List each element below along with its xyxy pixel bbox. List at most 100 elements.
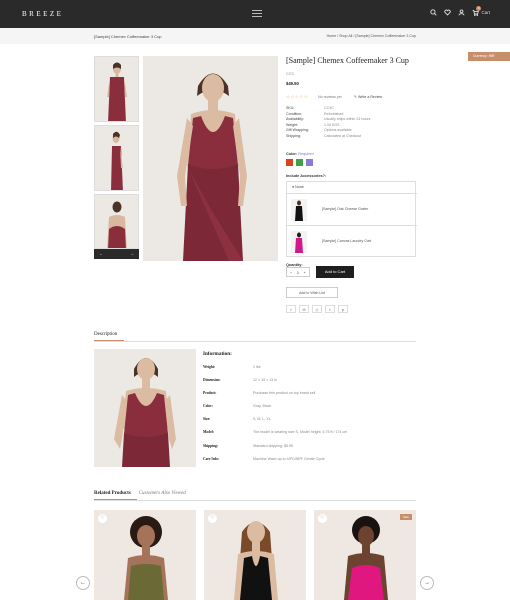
tab-description[interactable]: Description — [94, 332, 117, 337]
spec-list: SKU: CC3C Condition: Refurbished Availabil… — [286, 106, 370, 139]
accessory-none-label: None — [295, 185, 304, 189]
accessory-name: [Sample] Oak Cheese Grater — [322, 207, 369, 211]
color-label-text: Color: — [286, 152, 298, 156]
qty-minus-button[interactable]: − — [290, 270, 292, 275]
add-to-cart-button[interactable]: Add to Cart — [316, 266, 354, 278]
accessories-options: ● None [Sample] Oak Cheese Grater [Sampl… — [286, 181, 417, 257]
header-icons: 0 Cart — [430, 6, 490, 16]
carousel-prev-arrow[interactable]: ← — [76, 576, 90, 590]
product-card-image — [94, 510, 196, 600]
currency-selector[interactable]: Currency: INR — [468, 52, 510, 61]
qty-plus-button[interactable]: + — [304, 270, 306, 275]
cart-button[interactable]: 0 Cart — [472, 6, 490, 16]
thumbnail-nav: ← → — [94, 249, 139, 259]
spec-key: Shipping: — [286, 133, 301, 138]
info-key: Product: — [203, 391, 217, 396]
accessory-name: [Sample] Canvas Laundry Cart — [322, 239, 372, 243]
thumbnail-3-image — [95, 195, 138, 248]
rating-stars: ☆☆☆☆☆ — [286, 94, 309, 99]
accessory-option[interactable]: [Sample] Canvas Laundry Cart — [287, 225, 417, 257]
email-icon[interactable]: ✉ — [299, 305, 309, 313]
accessory-none-option[interactable]: ● None — [292, 185, 304, 189]
twitter-icon[interactable]: t — [325, 305, 335, 313]
info-value: 12 × 15 × 13 in — [253, 378, 277, 383]
share-icons: f ✉ ⎙ t p — [286, 305, 348, 313]
page-heading: [Sample] Chemex Coffeemaker 3 Cup — [94, 34, 162, 39]
qty-value[interactable]: 1 — [297, 270, 299, 275]
quantity-stepper[interactable]: − 1 + — [286, 267, 310, 277]
info-key: Shipping: — [203, 443, 218, 448]
color-label: Color: Required — [286, 152, 314, 156]
pencil-icon: ✎ — [354, 95, 358, 99]
product-card[interactable]: ♡ Sale — [314, 510, 416, 600]
thumb-prev-button[interactable]: ← — [99, 251, 103, 256]
breadcrumb[interactable]: Home / Shop All / [Sample] Chemex Coffee… — [327, 34, 416, 38]
wishlist-heart-icon[interactable]: ♡ — [318, 514, 327, 523]
sale-badge: Sale — [400, 514, 412, 520]
menu-icon[interactable] — [252, 10, 262, 17]
info-value: The model is wearing size S. Model heigh… — [253, 430, 348, 435]
print-icon[interactable]: ⎙ — [312, 305, 322, 313]
info-value: Gray, Black — [253, 404, 272, 409]
info-table: Weight: 2 lbs Dimension: 12 × 15 × 13 in P… — [203, 365, 347, 470]
accessory-thumbnail — [291, 199, 307, 221]
info-key: Care Info: — [203, 456, 220, 461]
pinterest-icon[interactable]: p — [338, 305, 348, 313]
product-sku: CC3 — [286, 72, 294, 76]
info-row: Model: The model is wearing size S. Model… — [203, 430, 347, 443]
wishlist-heart-icon[interactable]: ♡ — [98, 514, 107, 523]
product-card[interactable]: ♡ — [94, 510, 196, 600]
divider — [94, 341, 416, 342]
info-title: Information: — [203, 351, 232, 357]
wishlist-heart-icon[interactable]: ♡ — [208, 514, 217, 523]
thumbnail-3[interactable] — [94, 194, 139, 249]
write-review-label: Write a Review — [358, 95, 383, 99]
color-required: Required — [298, 152, 314, 156]
spec-value: Calculated at Checkout — [324, 133, 362, 138]
user-icon[interactable] — [458, 9, 465, 16]
thumbnail-2-image — [95, 126, 138, 190]
tab-related-products[interactable]: Related Products — [94, 491, 131, 496]
product-price: $49.50 — [286, 81, 299, 86]
site-logo[interactable]: BREEZE — [22, 10, 63, 18]
tab-customers-also-viewed[interactable]: Customers Also Viewed — [139, 491, 186, 496]
info-value: Purchase this product on top brand sell — [253, 391, 316, 396]
info-key: Dimension: — [203, 378, 221, 383]
info-row: Shipping: Standard shipping: $5.95 — [203, 444, 347, 457]
info-row: Size: S, M, L, XL — [203, 417, 347, 430]
carousel-next-arrow[interactable]: → — [420, 576, 434, 590]
main-product-image[interactable] — [143, 56, 278, 261]
heart-icon[interactable] — [444, 9, 452, 16]
info-value: Machine Wash up to 40ºC/86ºF Gentle Cycl… — [253, 456, 325, 461]
thumbnail-2[interactable] — [94, 125, 139, 191]
facebook-icon[interactable]: f — [286, 305, 296, 313]
info-value: 2 lbs — [253, 365, 261, 369]
info-key: Color: — [203, 404, 213, 409]
related-tabs: Related Products Customers Also Viewed — [94, 491, 186, 496]
thumb-next-button[interactable]: → — [130, 251, 134, 256]
swatch-purple[interactable] — [306, 159, 313, 166]
swatch-red[interactable] — [286, 159, 293, 166]
info-row: Dimension: 12 × 15 × 13 in — [203, 378, 347, 391]
write-review-link[interactable]: ✎ Write a Review — [354, 95, 382, 99]
description-image-graphic — [94, 349, 196, 467]
product-card[interactable]: ♡ — [204, 510, 306, 600]
product-card-image — [314, 510, 416, 600]
description-image — [94, 349, 196, 467]
info-key: Size: — [203, 417, 211, 422]
product-title: [Sample] Chemex Coffeemaker 3 Cup — [286, 56, 409, 65]
breadcrumb-bar: [Sample] Chemex Coffeemaker 3 Cup Home /… — [0, 28, 510, 44]
search-icon[interactable] — [430, 9, 438, 16]
no-reviews-text: No reviews yet — [318, 95, 342, 99]
thumbnail-1[interactable] — [94, 56, 139, 122]
main-image-graphic — [143, 56, 278, 261]
divider — [94, 500, 416, 501]
swatch-green[interactable] — [296, 159, 303, 166]
cart-label: Cart — [481, 10, 490, 15]
info-row: Care Info: Machine Wash up to 40ºC/86ºF G… — [203, 457, 347, 470]
spec-row: Shipping: Calculated at Checkout — [286, 134, 370, 140]
add-to-wishlist-button[interactable]: Add to Wish List — [286, 287, 338, 298]
info-row: Product: Purchase this product on top bra… — [203, 391, 347, 404]
accessory-thumbnail — [291, 231, 307, 253]
accessory-option[interactable]: [Sample] Oak Cheese Grater — [287, 193, 417, 225]
